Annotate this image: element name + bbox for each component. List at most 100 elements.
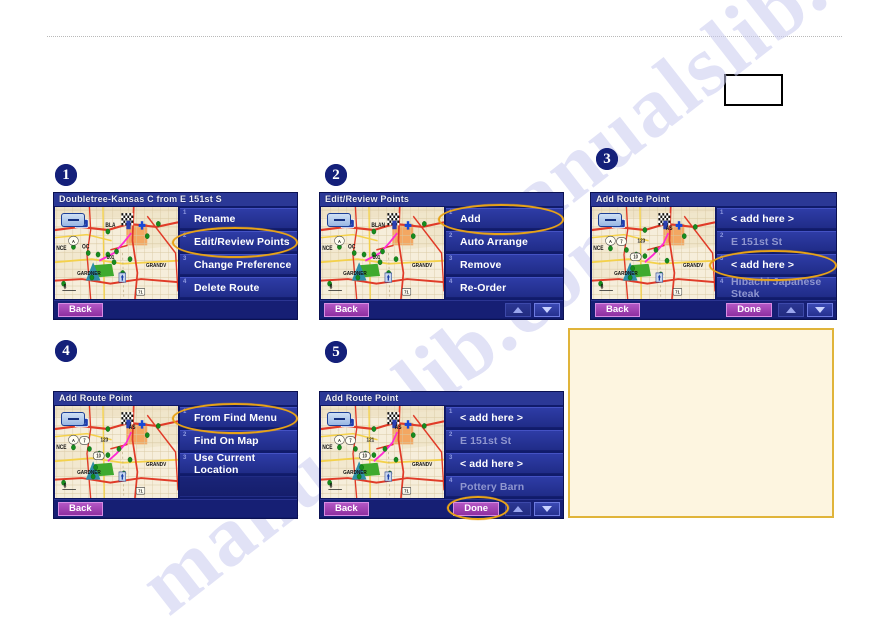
map-zoom-out-button[interactable]	[61, 213, 85, 227]
menu-item-label: E 151st St	[460, 434, 512, 447]
back-button[interactable]: Back	[324, 302, 369, 317]
svg-text:NCE: NCE	[322, 445, 333, 452]
menu-item-re-order[interactable]: 4 Re-Order	[446, 277, 563, 298]
scroll-down-arrow-icon[interactable]	[534, 302, 560, 317]
bottom-toolbar: Back Done	[320, 499, 563, 517]
map-view[interactable]: 435710121718NCEGARDNERGRANDVASA	[320, 405, 445, 499]
svg-text:GARDNER: GARDNER	[77, 470, 101, 477]
menu-item-hibachi-japanese-steak[interactable]: 4 Hibachi Japanese Steak	[717, 275, 836, 300]
step-badge-5: 5	[325, 341, 347, 363]
menu-item-find-on-map[interactable]: 2 Find On Map	[180, 430, 297, 451]
map-zoom-out-button[interactable]	[327, 213, 351, 227]
menu-item-use-current-location[interactable]: 3 Use Current Location	[180, 451, 297, 476]
svg-text:NCE: NCE	[593, 246, 604, 253]
svg-text:AS: AS	[395, 425, 402, 432]
menu-item-label: < add here >	[731, 212, 795, 225]
map-view[interactable]: 435101718NCEGARDNERGRANDVBLANOCA	[320, 206, 445, 300]
menu-item-label: Delete Route	[194, 281, 260, 294]
menu-item-label: Hibachi Japanese Steak	[731, 275, 822, 300]
svg-text:101: 101	[373, 255, 381, 262]
back-button[interactable]: Back	[324, 501, 369, 516]
svg-text:NCE: NCE	[322, 246, 333, 253]
map-view[interactable]: 435710123718NCEGARDNERGRANDVASA	[591, 206, 716, 300]
menu-item-add-here[interactable]: 3 < add here >	[446, 453, 563, 474]
menu-item-e-151st-st[interactable]: 2 E 151st St	[717, 231, 836, 252]
svg-text:8: 8	[330, 284, 333, 291]
svg-text:GARDNER: GARDNER	[343, 271, 367, 278]
svg-text:AS: AS	[666, 226, 673, 233]
menu-item-label: Remove	[460, 258, 502, 271]
svg-text:7: 7	[349, 438, 352, 444]
svg-text:GRANDV: GRANDV	[412, 262, 433, 269]
menu-item-add-here[interactable]: 1 < add here >	[446, 407, 563, 428]
back-button[interactable]: Back	[595, 302, 640, 317]
menu-item-edit-review-points[interactable]: 2 Edit/Review Points	[180, 231, 297, 252]
done-button[interactable]: Done	[453, 501, 499, 516]
step-badge-4: 4	[55, 340, 77, 362]
svg-text:8: 8	[64, 483, 67, 490]
map-zoom-out-button[interactable]	[61, 412, 85, 426]
menu-item-label: Use Current Location	[194, 451, 256, 476]
svg-text:AS: AS	[129, 425, 136, 432]
scroll-down-arrow-icon[interactable]	[807, 302, 833, 317]
svg-text:7: 7	[83, 438, 86, 444]
scroll-up-arrow-icon[interactable]	[505, 302, 531, 317]
scroll-down-arrow-icon[interactable]	[534, 501, 560, 516]
menu-item-e-151st-st[interactable]: 2 E 151st St	[446, 430, 563, 451]
back-button[interactable]: Back	[58, 501, 103, 516]
menu-item-add-here[interactable]: 3 < add here >	[717, 254, 836, 275]
menu-item-change-preference[interactable]: 3 Change Preference	[180, 254, 297, 275]
gps-screen-step-3: Add Route Point435710123718NCEGARDNERGRA…	[590, 192, 837, 320]
svg-text:10: 10	[362, 453, 367, 459]
menu-item-from-find-menu[interactable]: 1 From Find Menu	[180, 407, 297, 428]
menu-item-index: 3	[720, 256, 724, 262]
svg-text:GRANDV: GRANDV	[683, 262, 704, 269]
screen-title: Edit/Review Points	[320, 193, 563, 206]
menu-item-index: 3	[183, 256, 187, 262]
map-zoom-out-button[interactable]	[327, 412, 351, 426]
menu-item-label: < add here >	[460, 457, 524, 470]
menu-item-empty	[180, 476, 297, 497]
menu-item-delete-route[interactable]: 4 Delete Route	[180, 277, 297, 298]
menu-item-label: Find On Map	[194, 434, 259, 447]
back-button[interactable]: Back	[58, 302, 103, 317]
done-button[interactable]: Done	[726, 302, 772, 317]
step-badge-2: 2	[325, 164, 347, 186]
screen-title: Add Route Point	[54, 392, 297, 405]
menu-item-index: 2	[449, 432, 453, 438]
menu-item-label: Rename	[194, 212, 236, 225]
menu-item-pottery-barn[interactable]: 4 Pottery Barn	[446, 476, 563, 497]
gps-screen-step-4: Add Route Point435710123718NCEGARDNERGRA…	[53, 391, 298, 519]
svg-text:GRANDV: GRANDV	[412, 461, 433, 468]
scroll-up-arrow-icon[interactable]	[505, 501, 531, 516]
map-view[interactable]: 435101718NCEGARDNERGRANDVBLAOCA	[54, 206, 179, 300]
menu-item-add-here[interactable]: 1 < add here >	[717, 208, 836, 229]
step-badge-1: 1	[55, 164, 77, 186]
menu-item-label: E 151st St	[731, 235, 783, 248]
menu-item-rename[interactable]: 1 Rename	[180, 208, 297, 229]
map-view[interactable]: 435710123718NCEGARDNERGRANDVASA	[54, 405, 179, 499]
map-zoom-out-button[interactable]	[598, 213, 622, 227]
gps-screen-step-1: Doubletree-Kansas C from E 151st S435101…	[53, 192, 298, 320]
bottom-toolbar: Back	[54, 300, 297, 318]
screen-title: Doubletree-Kansas C from E 151st S	[54, 193, 297, 206]
svg-text:10: 10	[633, 254, 638, 260]
menu-item-auto-arrange[interactable]: 2 Auto Arrange	[446, 231, 563, 252]
menu-item-index: 3	[449, 256, 453, 262]
svg-text:GRANDV: GRANDV	[146, 461, 167, 468]
svg-text:71: 71	[404, 488, 409, 494]
menu-item-index: 3	[449, 455, 453, 461]
menu-item-index: 3	[183, 455, 187, 461]
menu-item-remove[interactable]: 3 Remove	[446, 254, 563, 275]
svg-text:OC: OC	[82, 244, 89, 251]
svg-text:101: 101	[107, 255, 115, 262]
menu-item-label: Auto Arrange	[460, 235, 528, 248]
scroll-up-arrow-icon[interactable]	[778, 302, 804, 317]
step-badge-3: 3	[596, 148, 618, 170]
menu-list: 1 From Find Menu 2 Find On Map 3 Use Current …	[179, 405, 297, 499]
menu-item-label: From Find Menu	[194, 411, 278, 424]
top-divider-rule	[47, 36, 842, 38]
svg-text:7: 7	[620, 239, 623, 245]
svg-text:BLAN: BLAN	[371, 223, 385, 230]
menu-item-add[interactable]: 1 Add	[446, 208, 563, 229]
